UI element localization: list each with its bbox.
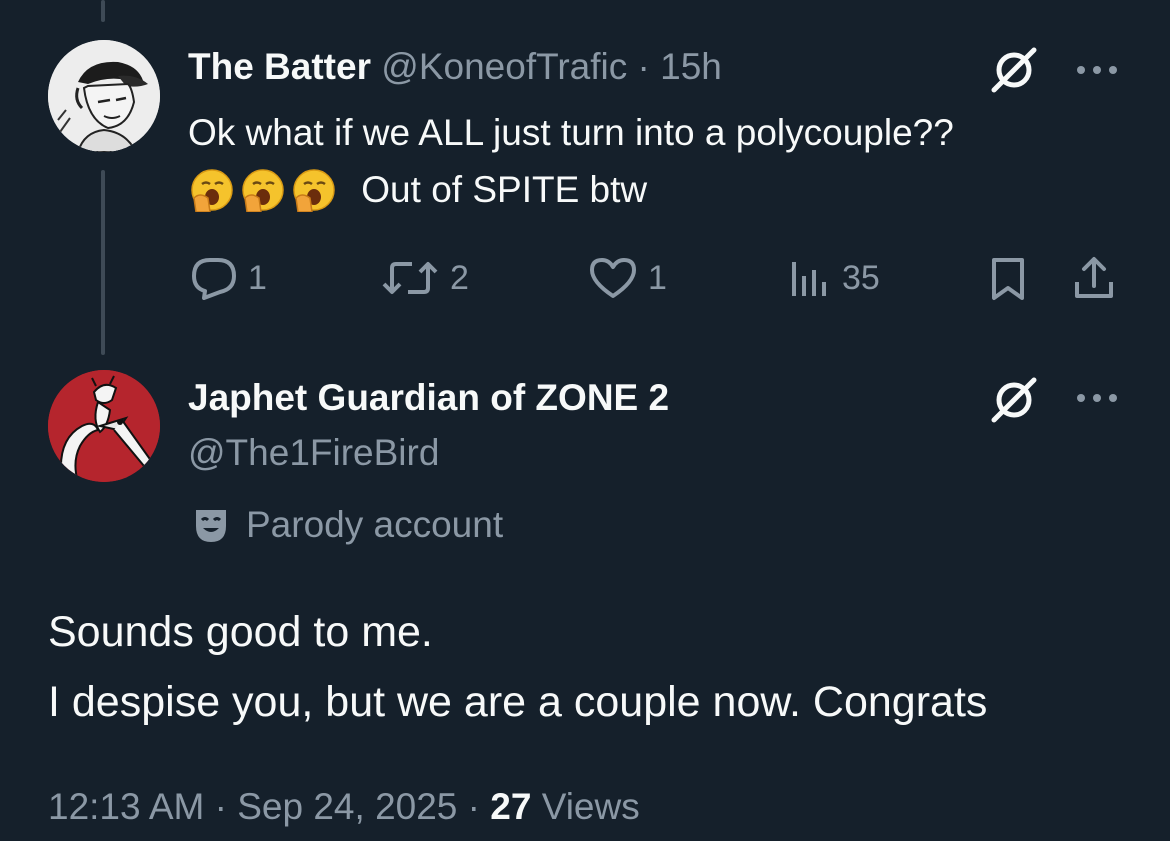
- parent-handle[interactable]: @KoneofTrafic: [381, 46, 627, 87]
- more-horizontal-icon: [1077, 394, 1117, 402]
- parody-label-row: Parody account: [190, 500, 503, 550]
- like-count: 1: [648, 258, 667, 297]
- meta-separator-1: ·: [214, 786, 227, 827]
- parent-grok-button[interactable]: [988, 46, 1042, 94]
- heart-icon: [590, 258, 636, 298]
- reply-text-line1: Sounds good to me.: [48, 608, 433, 656]
- reply-count: 1: [248, 258, 267, 297]
- reply-meta-row: 12:13 AM · Sep 24, 2025 · 27 Views: [48, 781, 640, 833]
- reply-more-button[interactable]: [1075, 390, 1119, 406]
- parent-separator: ·: [637, 46, 650, 87]
- reply-views-count[interactable]: 27: [490, 786, 531, 827]
- bookmark-icon: [992, 258, 1024, 300]
- parody-account-label: Parody account: [246, 504, 504, 545]
- reply-avatar[interactable]: [48, 370, 160, 482]
- reply-time[interactable]: 12:13 AM: [48, 786, 204, 827]
- parent-header: The Batter @KoneofTrafic · 15h: [188, 42, 722, 92]
- reply-grok-button[interactable]: [988, 376, 1042, 424]
- parent-text-line2-row: Out of SPITE btw: [190, 163, 647, 215]
- repost-count-button[interactable]: 2: [380, 254, 469, 302]
- thread-line: [101, 170, 105, 355]
- parent-timestamp[interactable]: 15h: [660, 46, 722, 87]
- view-count-button[interactable]: 35: [788, 254, 880, 302]
- reply-handle[interactable]: @The1FireBird: [188, 428, 439, 478]
- repost-count: 2: [450, 258, 469, 297]
- reply-date[interactable]: Sep 24, 2025: [237, 786, 457, 827]
- firebird-avatar-image: [48, 370, 160, 482]
- grok-icon: [991, 47, 1037, 93]
- cap-guy-avatar-image: [48, 40, 160, 152]
- parent-text-line1: Ok what if we ALL just turn into a polyc…: [188, 112, 954, 153]
- share-icon: [1075, 257, 1113, 298]
- yawning-face-emoji-icon: [242, 169, 284, 213]
- reply-count-button[interactable]: 1: [190, 254, 267, 302]
- reply-views-label[interactable]: Views: [542, 786, 640, 827]
- analytics-bars-icon: [792, 262, 826, 296]
- reply-text-line2: I despise you, but we are a couple now. …: [48, 678, 988, 726]
- parent-more-button[interactable]: [1075, 62, 1119, 78]
- reply-display-name[interactable]: Japhet Guardian of ZONE 2: [188, 373, 669, 423]
- grok-icon: [991, 377, 1037, 423]
- parent-avatar[interactable]: [48, 40, 160, 152]
- thread-line-top: [101, 0, 105, 22]
- parent-text-line2: Out of SPITE btw: [361, 169, 648, 211]
- repost-icon: [382, 262, 438, 294]
- theater-mask-icon: [196, 510, 226, 542]
- meta-separator-2: ·: [467, 786, 480, 827]
- share-button[interactable]: [1072, 254, 1116, 302]
- like-count-button[interactable]: 1: [588, 254, 667, 302]
- parent-display-name[interactable]: The Batter: [188, 46, 371, 87]
- yawning-face-emoji-icon: [293, 169, 335, 213]
- reply-icon: [192, 258, 236, 300]
- view-count: 35: [842, 258, 880, 297]
- yawning-face-emoji-icon: [191, 169, 233, 213]
- more-horizontal-icon: [1077, 66, 1117, 74]
- bookmark-button[interactable]: [988, 256, 1028, 302]
